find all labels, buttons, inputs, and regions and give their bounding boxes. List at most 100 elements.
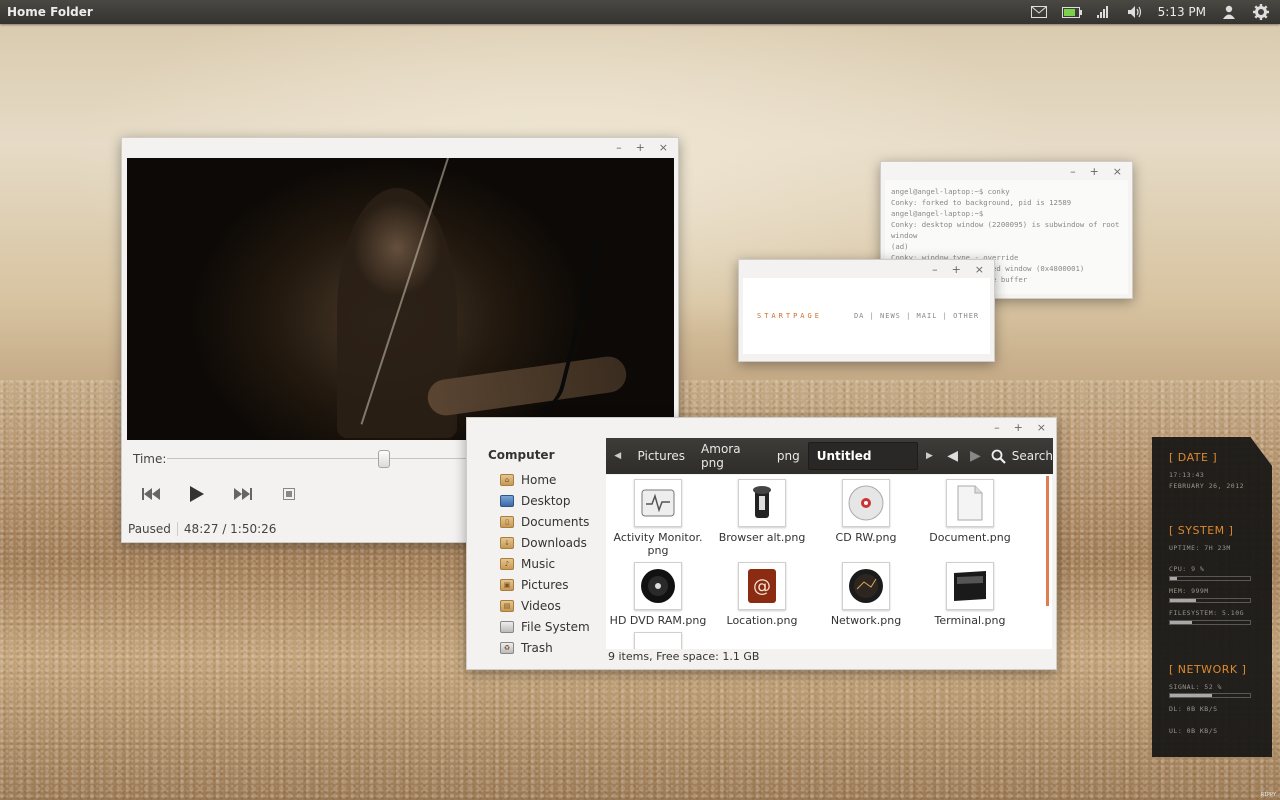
player-status-bar: Paused 48:27 / 1:50:26 <box>128 522 276 536</box>
conky-time: 17:13:43 <box>1169 471 1205 479</box>
file-name: Terminal.png <box>934 614 1006 627</box>
minimize-button[interactable]: – <box>994 422 1000 433</box>
forward-arrow-icon[interactable]: ▶ <box>970 448 981 464</box>
play-icon[interactable] <box>186 486 208 502</box>
sidebar-item-trash[interactable]: ♻ Trash <box>471 637 605 658</box>
sidebar-item-label: Downloads <box>521 535 587 550</box>
search-button[interactable]: Search <box>991 449 1053 464</box>
link-news[interactable]: NEWS <box>880 312 901 320</box>
file-name: Browser alt.png <box>718 531 806 544</box>
battery-icon[interactable] <box>1061 4 1082 20</box>
minimize-button[interactable]: – <box>1070 166 1076 177</box>
crumb-amora-png[interactable]: Amora png <box>693 442 769 470</box>
crumb-png[interactable]: png <box>769 449 808 463</box>
top-panel: Home Folder 5:13 PM <box>0 0 1280 24</box>
seek-slider-handle[interactable] <box>378 450 391 468</box>
system-heading: [ SYSTEM ] <box>1169 524 1234 537</box>
file-grid: Activity Monitor. png Browser alt.png CD R… <box>606 475 1052 649</box>
link-mail[interactable]: MAIL <box>917 312 938 320</box>
activity-monitor-icon <box>634 479 682 527</box>
terminal-line: Conky: forked to background, pid is 1258… <box>891 198 1072 207</box>
minimize-button[interactable]: – <box>616 142 622 153</box>
crumb-pictures[interactable]: Pictures <box>630 449 694 463</box>
titlebar: – + × <box>881 162 1132 180</box>
file-item[interactable]: HD DVD RAM.png <box>606 562 710 627</box>
close-button[interactable]: × <box>975 264 984 275</box>
crumb-left-icon[interactable]: ◀ <box>606 451 630 461</box>
seek-slider[interactable] <box>167 458 467 459</box>
file-item[interactable]: CD RW.png <box>814 479 918 544</box>
sidebar-item-desktop[interactable]: Desktop <box>471 490 605 511</box>
file-item[interactable]: Terminal.png <box>918 562 1022 627</box>
gear-icon[interactable] <box>1252 4 1270 20</box>
startpage-content: STARTPAGE DA | NEWS | MAIL | OTHER <box>743 278 990 354</box>
close-button[interactable]: × <box>659 142 668 153</box>
maximize-button[interactable]: + <box>636 142 645 153</box>
mem-bar <box>1169 598 1251 603</box>
browser-icon <box>738 479 786 527</box>
maximize-button[interactable]: + <box>952 264 961 275</box>
volume-icon[interactable] <box>1126 4 1144 20</box>
file-icon <box>634 632 682 649</box>
mail-icon[interactable] <box>1030 4 1048 20</box>
next-track-icon[interactable] <box>232 486 254 502</box>
sidebar-item-home[interactable]: ⌂ Home <box>471 469 605 490</box>
scrollbar[interactable] <box>1046 476 1049 606</box>
terminal-line: (ad) <box>891 242 909 251</box>
titlebar: – + × <box>467 418 1056 436</box>
link-other[interactable]: OTHER <box>953 312 979 320</box>
video-frame[interactable] <box>127 158 674 440</box>
conky-uptime: UPTIME: 7H 23M <box>1169 544 1231 552</box>
playback-controls <box>140 486 300 502</box>
document-icon <box>946 479 994 527</box>
sidebar-item-downloads[interactable]: ↓ Downloads <box>471 532 605 553</box>
user-icon[interactable] <box>1220 4 1238 20</box>
pictures-folder-icon: ▣ <box>500 578 514 591</box>
sidebar-item-label: Desktop <box>521 493 571 508</box>
titlebar: – + × <box>739 260 994 278</box>
search-icon <box>991 449 1006 464</box>
conky-fs: FILESYSTEM: 5.10G <box>1169 609 1245 617</box>
file-item[interactable]: Network.png <box>814 562 918 627</box>
sidebar-item-label: Music <box>521 556 556 571</box>
clock[interactable]: 5:13 PM <box>1158 5 1206 19</box>
network-icon <box>842 562 890 610</box>
sidebar-item-music[interactable]: ♪ Music <box>471 553 605 574</box>
file-name: HD DVD RAM.png <box>609 614 707 627</box>
crumb-right-icon[interactable]: ▶ <box>918 451 942 461</box>
file-item[interactable]: @ Location.png <box>710 562 814 627</box>
sidebar-item-documents[interactable]: ▯ Documents <box>471 511 605 532</box>
conky-monitor: [ DATE ] 17:13:43 FEBRUARY 26, 2012 [ SY… <box>1152 437 1272 757</box>
file-item[interactable]: Browser alt.png <box>710 479 814 544</box>
sidebar-item-file-system[interactable]: File System <box>471 616 605 637</box>
filesystem-icon <box>500 620 514 633</box>
watermark: RIPPY <box>1260 792 1276 798</box>
stop-icon[interactable] <box>278 486 300 502</box>
sidebar-item-pictures[interactable]: ▣ Pictures <box>471 574 605 595</box>
crumb-untitled-folder[interactable]: Untitled Folder <box>807 442 918 489</box>
previous-track-icon[interactable] <box>140 486 162 502</box>
link-da[interactable]: DA <box>854 312 864 320</box>
cd-icon <box>842 479 890 527</box>
conky-download: DL: 0B KB/S <box>1169 705 1218 713</box>
minimize-button[interactable]: – <box>932 264 938 275</box>
file-name: CD RW.png <box>835 531 897 544</box>
sidebar-item-videos[interactable]: ▤ Videos <box>471 595 605 616</box>
startpage-brand: STARTPAGE <box>757 312 822 320</box>
file-item[interactable]: Activity Monitor. png <box>606 479 710 557</box>
maximize-button[interactable]: + <box>1014 422 1023 433</box>
close-button[interactable]: × <box>1113 166 1122 177</box>
conky-upload: UL: 0B KB/S <box>1169 727 1218 735</box>
back-arrow-icon[interactable]: ◀ <box>947 448 958 464</box>
file-item[interactable] <box>606 632 710 649</box>
terminal-line: angel@angel-laptop:~$ conky <box>891 187 1010 196</box>
terminal-line: Conky: desktop window (2200095) is subwi… <box>891 220 1120 240</box>
downloads-folder-icon: ↓ <box>500 536 514 549</box>
trash-icon: ♻ <box>500 641 514 654</box>
file-item[interactable]: Document.png <box>918 479 1022 544</box>
signal-icon[interactable] <box>1094 4 1112 20</box>
sidebar-item-label: Pictures <box>521 577 569 592</box>
maximize-button[interactable]: + <box>1090 166 1099 177</box>
location-bar: ◀ Pictures Amora png png Untitled Folder… <box>606 438 1053 489</box>
close-button[interactable]: × <box>1037 422 1046 433</box>
